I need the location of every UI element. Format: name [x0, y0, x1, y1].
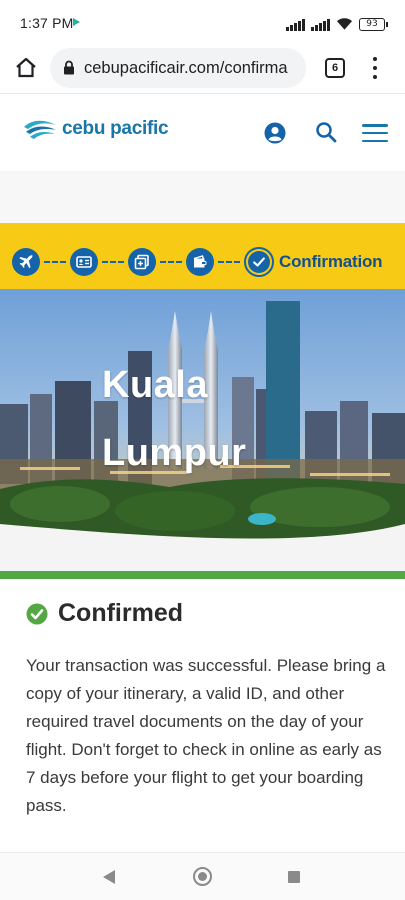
step-guest-details — [70, 248, 98, 276]
progress-steps: Confirmation — [12, 247, 383, 277]
success-accent-bar — [0, 571, 405, 579]
hamburger-menu-icon[interactable] — [362, 124, 388, 142]
page-background — [0, 171, 405, 223]
signal-icon — [286, 19, 305, 31]
destination-line-1: Kuala — [102, 364, 208, 406]
divider-space — [0, 539, 405, 571]
destination-hero: Kuala Lumpur — [0, 289, 405, 539]
confirmation-heading: Confirmed — [26, 599, 183, 628]
site-header: cebu pacific — [0, 95, 405, 171]
step-connector — [102, 261, 124, 263]
status-bar: 1:37 PM 93 — [0, 0, 405, 44]
step-connector — [160, 261, 182, 263]
destination-title: Kuala Lumpur — [102, 351, 246, 487]
lock-icon — [64, 60, 74, 75]
signal-icon — [311, 19, 330, 31]
recent-apps-icon[interactable] — [288, 871, 300, 883]
home-icon[interactable] — [14, 56, 38, 80]
confirmation-message: Your transaction was successful. Please … — [26, 656, 386, 815]
checkmark-icon — [253, 257, 265, 267]
check-circle-icon — [26, 603, 48, 624]
play-store-icon — [73, 18, 80, 26]
logo-text: cebu pacific — [62, 118, 169, 139]
step-label-confirmation: Confirmation — [279, 252, 383, 271]
step-connector — [44, 261, 66, 263]
cebu-pacific-logo[interactable]: cebu pacific — [22, 117, 169, 141]
confirmation-section: Confirmed Your transaction was successfu… — [0, 579, 405, 849]
search-icon[interactable] — [315, 121, 337, 143]
back-icon[interactable] — [103, 870, 115, 884]
status-indicators: 93 — [286, 13, 388, 31]
step-connector — [218, 261, 240, 263]
add-ons-icon — [134, 254, 149, 270]
confirmation-title: Confirmed — [58, 599, 183, 627]
status-time: 1:37 PM — [20, 15, 74, 31]
browser-toolbar: cebupacificair.com/confirma 6 — [0, 44, 405, 94]
step-confirmation — [244, 247, 274, 277]
wifi-icon — [336, 18, 353, 30]
home-button-icon[interactable] — [193, 867, 212, 886]
battery-icon: 93 — [359, 18, 388, 31]
account-icon[interactable] — [264, 122, 286, 144]
tab-switcher-button[interactable]: 6 — [325, 58, 345, 78]
step-payment — [186, 248, 214, 276]
airplane-icon — [19, 255, 33, 269]
browser-menu-icon[interactable] — [372, 57, 378, 79]
passenger-card-icon — [76, 256, 92, 268]
step-flight — [12, 248, 40, 276]
destination-line-2: Lumpur — [102, 432, 247, 474]
address-bar[interactable]: cebupacificair.com/confirma — [50, 48, 306, 88]
url-text[interactable]: cebupacificair.com/confirma — [84, 59, 300, 78]
step-add-ons — [128, 248, 156, 276]
wallet-icon — [193, 255, 207, 268]
logo-wave-icon — [24, 120, 56, 139]
system-navigation-bar — [0, 852, 405, 900]
